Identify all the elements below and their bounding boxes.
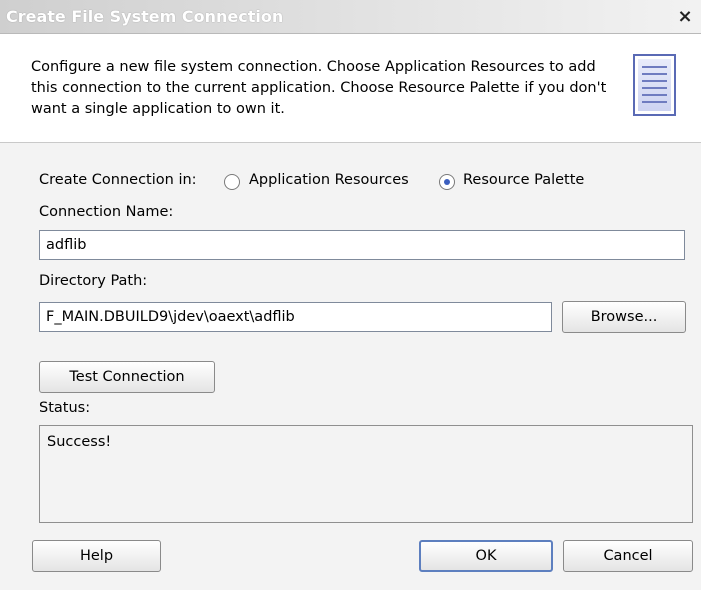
- dialog-title: Create File System Connection: [6, 7, 284, 26]
- radio-application-resources[interactable]: [224, 174, 240, 190]
- description-panel: Configure a new file system connection. …: [0, 34, 701, 143]
- connection-name-label: Connection Name:: [39, 204, 174, 220]
- form-area: Create Connection in: Application Resour…: [0, 143, 701, 590]
- radio-resource-palette[interactable]: [439, 174, 455, 190]
- radio-application-resources-label[interactable]: Application Resources: [249, 172, 409, 188]
- directory-path-input[interactable]: F_MAIN.DBUILD9\jdev\oaext\adflib: [39, 302, 552, 332]
- create-file-system-connection-dialog: Create File System Connection × Configur…: [0, 0, 701, 590]
- radio-resource-palette-label[interactable]: Resource Palette: [463, 172, 584, 188]
- directory-path-label: Directory Path:: [39, 273, 148, 289]
- ok-button[interactable]: OK: [419, 540, 553, 572]
- title-bar: Create File System Connection ×: [0, 0, 701, 34]
- connection-name-input[interactable]: adflib: [39, 230, 685, 260]
- browse-button[interactable]: Browse...: [562, 301, 686, 333]
- test-connection-button[interactable]: Test Connection: [39, 361, 215, 393]
- status-label: Status:: [39, 400, 91, 416]
- cancel-button[interactable]: Cancel: [563, 540, 693, 572]
- help-button[interactable]: Help: [32, 540, 161, 572]
- description-text: Configure a new file system connection. …: [31, 59, 607, 117]
- create-in-label: Create Connection in:: [39, 172, 197, 188]
- document-lines-icon: [633, 54, 676, 116]
- close-icon[interactable]: ×: [673, 5, 697, 29]
- status-output: Success!: [39, 425, 693, 523]
